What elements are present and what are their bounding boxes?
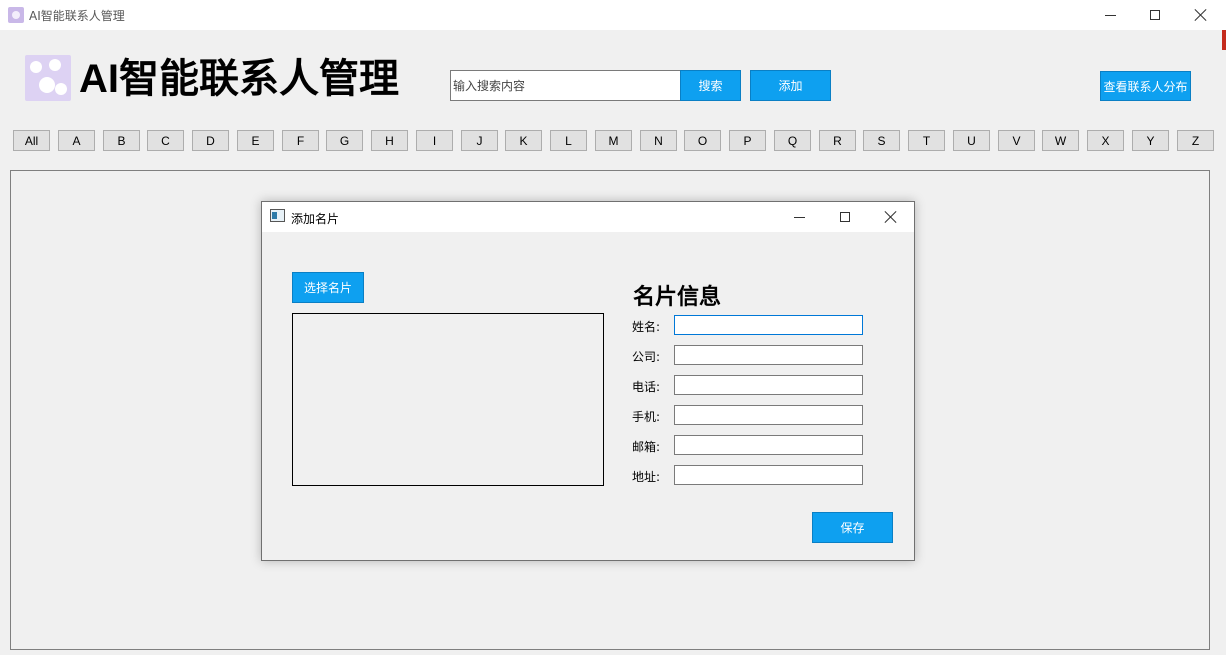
- letter-filter-x[interactable]: X: [1087, 130, 1124, 151]
- dialog-titlebar: 添加名片: [262, 202, 914, 232]
- letter-filter-s[interactable]: S: [863, 130, 900, 151]
- app-icon: [8, 7, 24, 23]
- mobile-label: 手机:: [632, 410, 661, 424]
- close-button[interactable]: [1178, 0, 1224, 30]
- letter-filter-v[interactable]: V: [998, 130, 1035, 151]
- letter-filter-bar: All A B C D E F G H I J K L M N O P Q R S T U V W X Y Z: [13, 130, 1214, 151]
- address-label: 地址:: [632, 470, 661, 484]
- add-button[interactable]: 添加: [750, 70, 831, 101]
- window-title: AI智能联系人管理: [29, 9, 125, 23]
- dialog-close-button[interactable]: [868, 202, 913, 232]
- letter-filter-i[interactable]: I: [416, 130, 453, 151]
- dialog-title: 添加名片: [291, 212, 340, 226]
- dialog-maximize-button[interactable]: [822, 202, 867, 232]
- dialog-minimize-button[interactable]: [777, 202, 822, 232]
- letter-filter-all[interactable]: All: [13, 130, 50, 151]
- letter-filter-j[interactable]: J: [461, 130, 498, 151]
- search-button[interactable]: 搜索: [680, 70, 741, 101]
- letter-filter-a[interactable]: A: [58, 130, 95, 151]
- letter-filter-c[interactable]: C: [147, 130, 184, 151]
- add-card-dialog: 添加名片 选择名片 名片信息 姓名: 公司: 电话: 手机: 邮箱: 地址: 保…: [261, 201, 915, 561]
- window-edge-accent: [1222, 30, 1226, 50]
- company-label: 公司:: [632, 350, 661, 364]
- maximize-button[interactable]: [1132, 0, 1178, 30]
- letter-filter-e[interactable]: E: [237, 130, 274, 151]
- letter-filter-k[interactable]: K: [505, 130, 542, 151]
- close-icon: [1195, 9, 1207, 21]
- letter-filter-p[interactable]: P: [729, 130, 766, 151]
- app-title: AI智能联系人管理: [79, 56, 399, 102]
- app-logo: [25, 55, 71, 101]
- email-label: 邮箱:: [632, 440, 661, 454]
- dialog-window-icon: [270, 209, 285, 222]
- letter-filter-m[interactable]: M: [595, 130, 632, 151]
- search-input[interactable]: [450, 70, 682, 101]
- address-field[interactable]: [674, 465, 863, 485]
- card-image-preview: [292, 313, 604, 486]
- letter-filter-n[interactable]: N: [640, 130, 677, 151]
- maximize-icon: [839, 212, 850, 222]
- letter-filter-l[interactable]: L: [550, 130, 587, 151]
- mobile-field[interactable]: [674, 405, 863, 425]
- view-distribution-button[interactable]: 查看联系人分布: [1100, 71, 1191, 101]
- name-field[interactable]: [674, 315, 863, 335]
- letter-filter-g[interactable]: G: [326, 130, 363, 151]
- choose-card-button[interactable]: 选择名片: [292, 272, 364, 303]
- letter-filter-b[interactable]: B: [103, 130, 140, 151]
- letter-filter-y[interactable]: Y: [1132, 130, 1169, 151]
- phone-field[interactable]: [674, 375, 863, 395]
- minimize-icon: [1104, 14, 1116, 16]
- letter-filter-z[interactable]: Z: [1177, 130, 1214, 151]
- phone-label: 电话:: [632, 380, 661, 394]
- letter-filter-t[interactable]: T: [908, 130, 945, 151]
- minimize-icon: [794, 216, 805, 218]
- letter-filter-q[interactable]: Q: [774, 130, 811, 151]
- letter-filter-r[interactable]: R: [819, 130, 856, 151]
- letter-filter-u[interactable]: U: [953, 130, 990, 151]
- letter-filter-h[interactable]: H: [371, 130, 408, 151]
- email-field[interactable]: [674, 435, 863, 455]
- minimize-button[interactable]: [1087, 0, 1133, 30]
- company-field[interactable]: [674, 345, 863, 365]
- close-icon: [885, 211, 897, 223]
- maximize-icon: [1150, 10, 1160, 20]
- letter-filter-o[interactable]: O: [684, 130, 721, 151]
- card-info-heading: 名片信息: [633, 284, 722, 310]
- letter-filter-f[interactable]: F: [282, 130, 319, 151]
- letter-filter-d[interactable]: D: [192, 130, 229, 151]
- letter-filter-w[interactable]: W: [1042, 130, 1079, 151]
- window-titlebar: AI智能联系人管理: [0, 0, 1226, 30]
- name-label: 姓名:: [632, 320, 661, 334]
- save-button[interactable]: 保存: [812, 512, 893, 543]
